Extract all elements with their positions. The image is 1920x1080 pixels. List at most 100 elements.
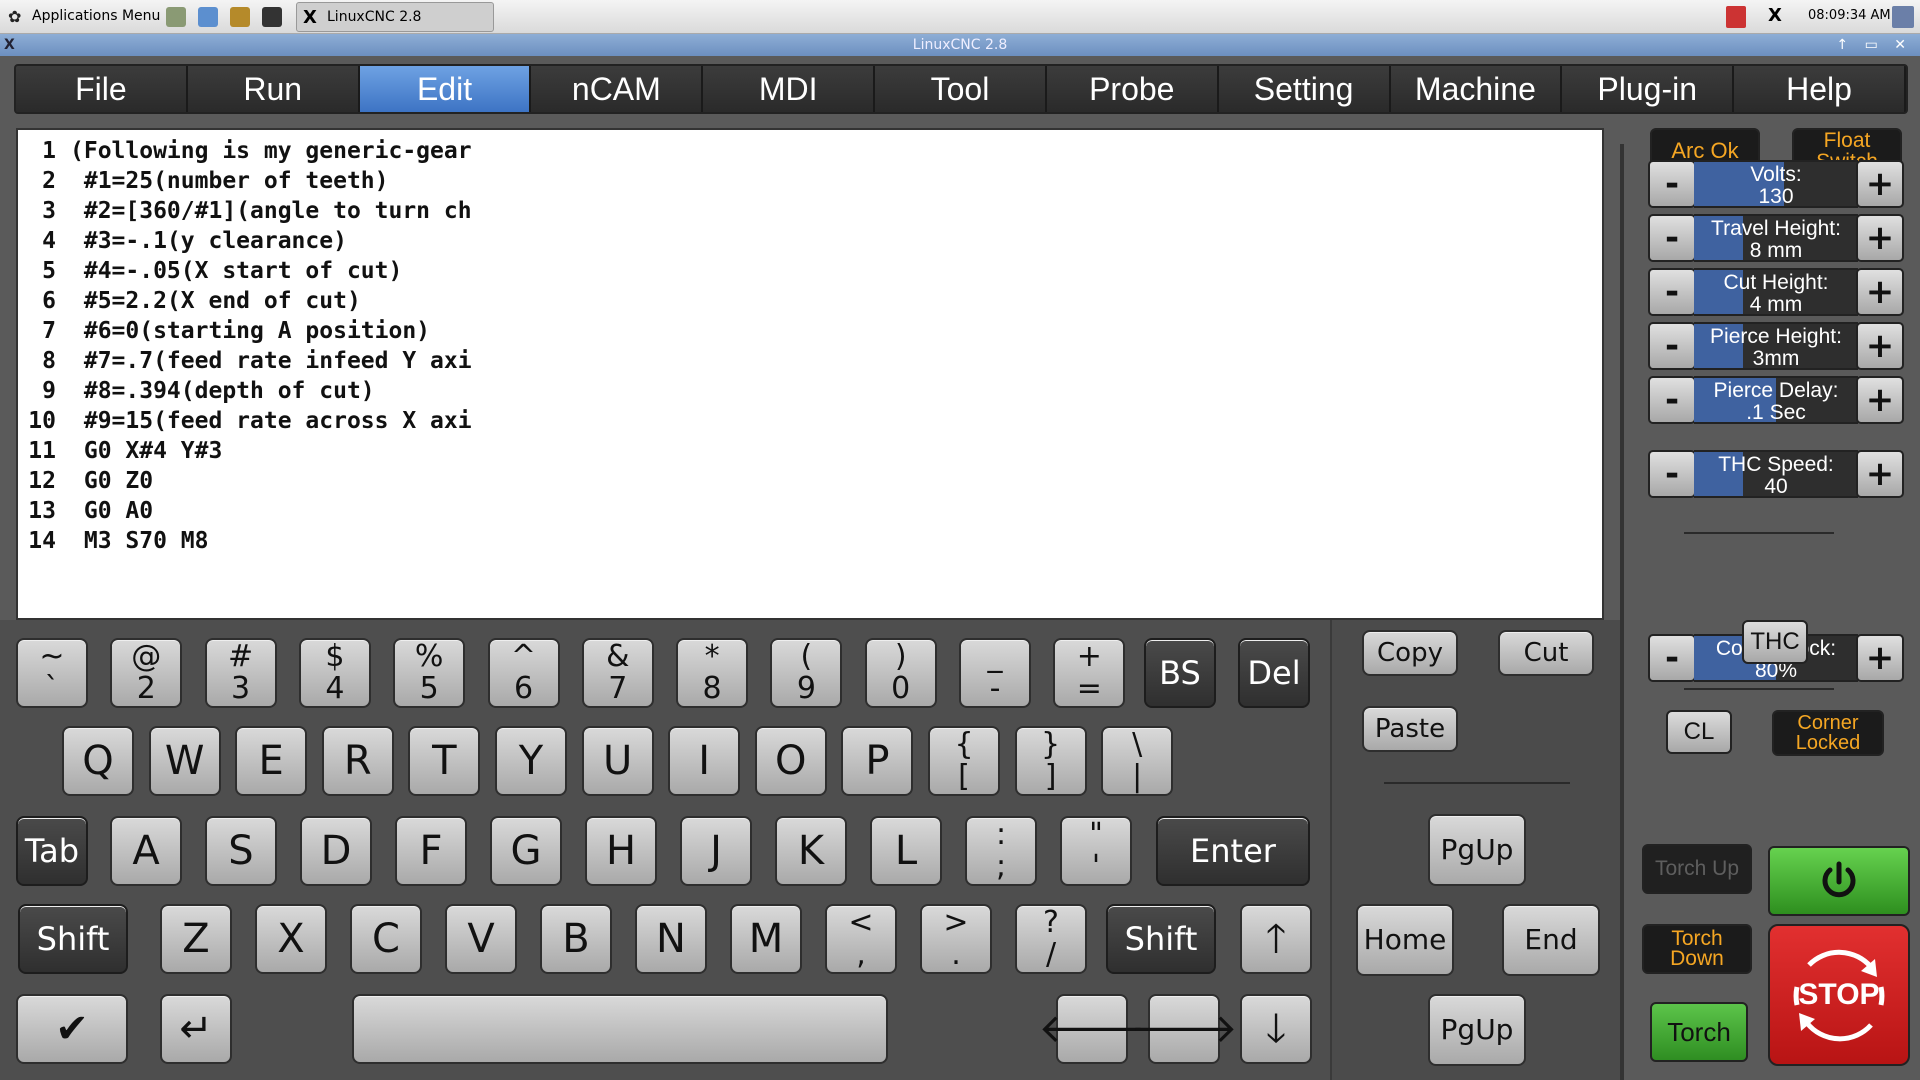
key-y[interactable]: Y [495,726,567,796]
code-line[interactable]: 7 #6=0(starting A position) [18,316,1602,346]
key-r[interactable]: R [321,726,394,796]
key-sym2-1[interactable]: }] [1014,726,1087,796]
key-p[interactable]: P [841,726,914,796]
minus-button[interactable]: - [1648,160,1696,208]
thc-speed-bar[interactable]: THC Speed: 40 [1694,450,1858,498]
pgup-button[interactable]: PgUp [1428,814,1526,886]
pierce-delay-bar[interactable]: Pierce Delay: .1 Sec [1694,376,1858,424]
key-s[interactable]: S [205,816,277,886]
menu-tool[interactable]: Tool [875,66,1047,112]
user-icon[interactable] [1892,6,1914,28]
key-a[interactable]: A [110,816,182,886]
code-line[interactable]: 14 M3 S70 M8 [18,526,1602,556]
key-b[interactable]: B [540,904,612,974]
down-arrow-key[interactable]: 🡓 [1240,994,1312,1064]
volts-bar[interactable]: Volts: 130 [1694,160,1858,208]
key-5[interactable]: ^ 6 [487,638,560,708]
return-key[interactable]: ↵ [160,994,232,1064]
cut-height-bar[interactable]: Cut Height: 4 mm [1694,268,1858,316]
gcode-editor[interactable]: 1 (Following is my generic-gear 2 #1=25(nu… [16,128,1604,620]
delete-key[interactable]: Del [1238,638,1310,708]
key-k[interactable]: K [775,816,847,886]
x-tray-icon[interactable]: X [1768,5,1782,26]
up-arrow-key[interactable]: 🡑 [1240,904,1312,974]
code-line[interactable]: 6 #5=2.2(X end of cut) [18,286,1602,316]
key-4[interactable]: % 5 [393,638,466,708]
key-sym2-2[interactable]: \ | [1101,726,1174,796]
code-line[interactable]: 11 G0 X#4 Y#3 [18,436,1602,466]
folder-icon[interactable] [198,7,218,27]
backspace-key[interactable]: BS [1144,638,1216,708]
minus-button[interactable]: - [1648,268,1696,316]
code-line[interactable]: 1 (Following is my generic-gear [18,136,1602,166]
tab-key[interactable]: Tab [16,816,88,886]
pgup-lower-button[interactable]: PgUp [1428,994,1526,1066]
code-line[interactable]: 8 #7=.7(feed rate infeed Y axi [18,346,1602,376]
code-line[interactable]: 12 G0 Z0 [18,466,1602,496]
menu-machine[interactable]: Machine [1390,66,1563,112]
key-v[interactable]: V [445,904,517,974]
left-arrow-key[interactable]: 🡐 [1038,994,1146,1064]
editor-icon[interactable] [230,7,250,27]
key-x[interactable]: X [255,904,327,974]
menu-ncam[interactable]: nCAM [531,66,704,112]
key-o[interactable]: O [754,726,827,796]
key-sym2-0[interactable]: {[ [928,726,1000,796]
thc-button[interactable]: THC [1742,620,1808,664]
menu-run[interactable]: Run [187,66,360,112]
cut-button[interactable]: Cut [1498,630,1594,676]
key-h[interactable]: H [585,816,657,886]
key-sym4-2[interactable]: ? / [1015,904,1087,974]
key-2[interactable]: #3 [204,638,277,708]
key-t[interactable]: T [408,726,481,796]
home-button[interactable]: Home [1356,904,1454,976]
cl-button[interactable]: CL [1666,710,1732,754]
stop-button[interactable]: STOP [1768,924,1910,1066]
plus-button[interactable]: + [1856,376,1904,424]
end-button[interactable]: End [1502,904,1600,976]
plus-button[interactable]: + [1856,160,1904,208]
code-line[interactable]: 3 #2=[360/#1](angle to turn ch [18,196,1602,226]
menu-file[interactable]: File [16,66,188,112]
key-l[interactable]: L [870,816,942,886]
code-line[interactable]: 4 #3=-.1(y clearance) [18,226,1602,256]
key-d[interactable]: D [300,816,372,886]
copy-button[interactable]: Copy [1362,630,1458,676]
key-7[interactable]: * 8 [676,638,749,708]
key-n[interactable]: N [635,904,707,974]
menu-edit[interactable]: Edit [359,66,532,112]
right-arrow-key[interactable]: 🡒 [1130,994,1238,1064]
check-key[interactable]: ✔ [16,994,128,1064]
plus-button[interactable]: + [1856,268,1904,316]
code-line[interactable]: 13 G0 A0 [18,496,1602,526]
key-g[interactable]: G [490,816,562,886]
minus-button[interactable]: - [1648,450,1696,498]
key-0[interactable]: ~ ` [16,638,88,708]
key-m[interactable]: M [730,904,802,974]
key-6[interactable]: & 7 [581,638,654,708]
travel-height-bar[interactable]: Travel Height: 8 mm [1694,214,1858,262]
paste-button[interactable]: Paste [1362,706,1458,752]
key-sym4-1[interactable]: >. [920,904,992,974]
key-10[interactable]: _ - [959,638,1031,708]
key-sym3-0[interactable]: :; [965,816,1037,886]
terminal-icon[interactable] [262,7,282,27]
key-e[interactable]: E [235,726,308,796]
apps-menu-button[interactable]: Applications Menu [32,8,160,24]
plus-button[interactable]: + [1856,214,1904,262]
key-3[interactable]: $4 [298,638,371,708]
minus-button[interactable]: - [1648,634,1696,682]
key-c[interactable]: C [350,904,422,974]
code-line[interactable]: 2 #1=25(number of teeth) [18,166,1602,196]
code-line[interactable]: 5 #4=-.05(X start of cut) [18,256,1602,286]
menu-mdi[interactable]: MDI [703,66,876,112]
key-i[interactable]: I [668,726,741,796]
power-button[interactable] [1768,846,1910,916]
shift-right-key[interactable]: Shift [1106,904,1216,974]
key-8[interactable]: (9 [770,638,843,708]
key-sym3-1[interactable]: " ' [1060,816,1132,886]
space-key[interactable] [352,994,888,1064]
key-9[interactable]: ) 0 [864,638,937,708]
torch-button[interactable]: Torch [1650,1002,1748,1062]
key-1[interactable]: @2 [110,638,183,708]
